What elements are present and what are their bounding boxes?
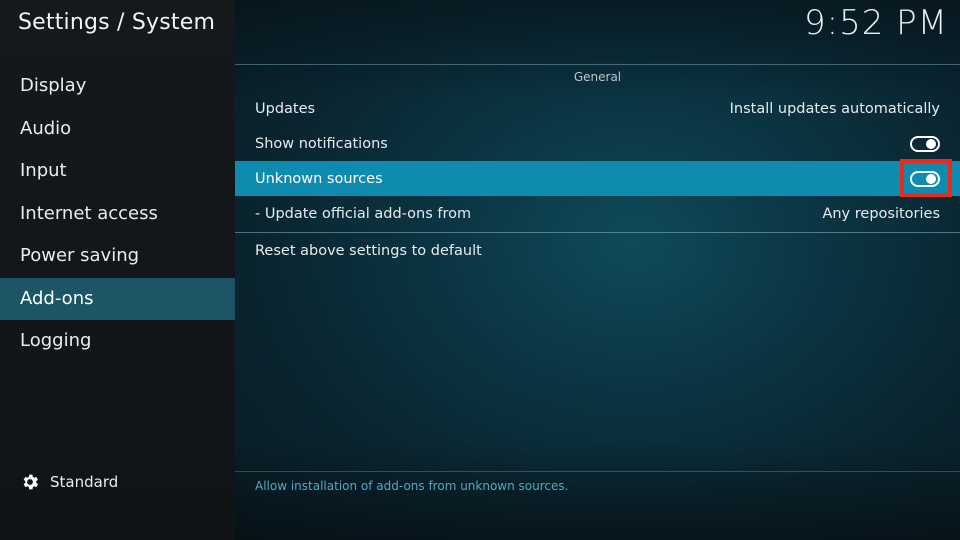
group-divider bbox=[235, 64, 960, 65]
clock: 9:52 PM bbox=[804, 3, 948, 43]
sidebar-nav: Display Audio Input Internet access Powe… bbox=[0, 65, 235, 363]
setting-label: Show notifications bbox=[255, 135, 388, 152]
sidebar-item-internet-access[interactable]: Internet access bbox=[0, 193, 235, 236]
main-panel: 9:52 PM General Updates Install updates … bbox=[235, 0, 960, 540]
setting-show-notifications[interactable]: Show notifications bbox=[235, 126, 960, 161]
footer-divider bbox=[235, 471, 960, 472]
reset-label: Reset above settings to default bbox=[255, 243, 482, 259]
setting-help-text: Allow installation of add-ons from unkno… bbox=[255, 479, 569, 493]
setting-value: Any repositories bbox=[822, 205, 940, 222]
setting-update-official-addons-from[interactable]: - Update official add-ons from Any repos… bbox=[235, 196, 960, 231]
sidebar-item-audio[interactable]: Audio bbox=[0, 108, 235, 151]
toggle-knob bbox=[926, 138, 936, 149]
gear-icon bbox=[23, 474, 38, 490]
settings-list: Updates Install updates automatically Sh… bbox=[235, 91, 960, 269]
settings-level-label: Standard bbox=[50, 473, 119, 491]
reset-settings-button[interactable]: Reset above settings to default bbox=[235, 233, 960, 269]
group-title: General bbox=[573, 70, 622, 84]
sidebar-item-logging[interactable]: Logging bbox=[0, 320, 235, 363]
page-title: Settings / System bbox=[18, 10, 216, 35]
sidebar-item-input[interactable]: Input bbox=[0, 150, 235, 193]
setting-updates[interactable]: Updates Install updates automatically bbox=[235, 91, 960, 126]
setting-unknown-sources[interactable]: Unknown sources bbox=[235, 159, 960, 197]
setting-label: - Update official add-ons from bbox=[255, 205, 472, 222]
setting-value: Install updates automatically bbox=[729, 100, 940, 117]
setting-label: Updates bbox=[255, 100, 316, 117]
toggle-switch[interactable] bbox=[910, 170, 940, 187]
toggle-switch[interactable] bbox=[910, 135, 940, 152]
toggle-knob bbox=[926, 173, 936, 184]
setting-label: Unknown sources bbox=[255, 170, 383, 187]
settings-level-button[interactable]: Standard bbox=[20, 472, 118, 492]
sidebar-item-add-ons[interactable]: Add-ons bbox=[0, 277, 235, 320]
kodi-settings-window: Settings / System Display Audio Input In… bbox=[0, 0, 960, 540]
sidebar-item-display[interactable]: Display bbox=[0, 65, 235, 108]
sidebar-item-power-saving[interactable]: Power saving bbox=[0, 235, 235, 278]
sidebar: Settings / System Display Audio Input In… bbox=[0, 0, 235, 540]
